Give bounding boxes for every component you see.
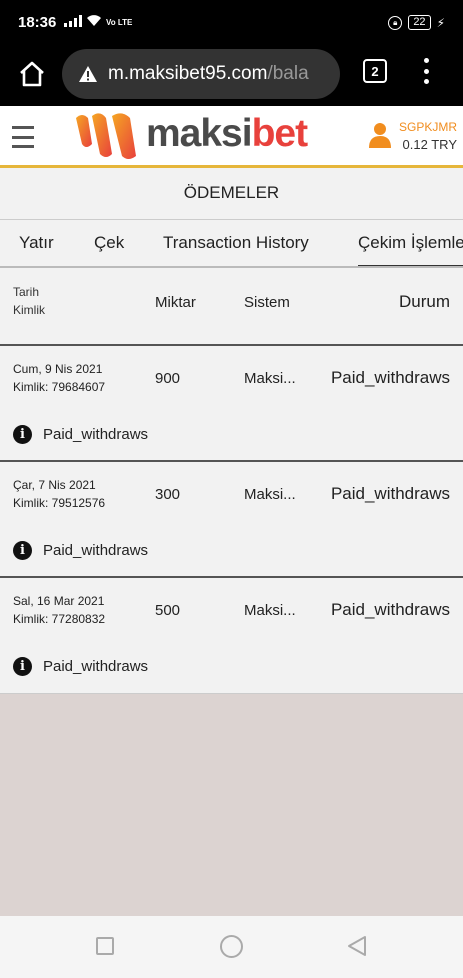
row-id: Kimlik: 79684607 — [13, 380, 106, 394]
table-row[interactable]: Sal, 16 Mar 2021 Kimlik: 77280832 500 Ma… — [0, 578, 463, 694]
row-status: Paid_withdraws — [330, 600, 450, 619]
logo-text-bet: bet — [251, 112, 308, 155]
logo-text-maksi: maksi — [146, 112, 253, 155]
tab-deposit[interactable]: Yatır — [19, 220, 54, 266]
url-host: m.maksibet95.com — [108, 63, 268, 84]
rotation-lock-icon: 🔒︎ — [388, 15, 403, 30]
header-system: Sistem — [244, 294, 290, 311]
row-system: Maksi... — [244, 486, 296, 503]
row-amount: 500 — [155, 602, 181, 619]
row-date: Cum, 9 Nis 2021 — [13, 362, 103, 376]
row-detail: i Paid_withdraws — [13, 541, 148, 560]
back-icon[interactable] — [346, 935, 368, 957]
page-title: ÖDEMELER — [0, 168, 463, 220]
info-icon[interactable]: i — [13, 541, 32, 560]
user-balance: 0.12 TRY — [402, 137, 457, 152]
site-logo[interactable]: maksibet — [72, 110, 308, 162]
row-date: Çar, 7 Nis 2021 — [13, 478, 96, 492]
status-bar: 18:36 Vo LTE 🔒︎ 22 ⚡︎ — [0, 0, 463, 46]
row-id: Kimlik: 77280832 — [13, 612, 106, 626]
user-account[interactable]: SGPKJMR 0.12 TRY — [368, 120, 457, 152]
status-time: 18:36 — [18, 14, 57, 31]
row-system: Maksi... — [244, 602, 296, 619]
user-icon — [368, 123, 391, 148]
withdrawals-table: Tarih Kimlik Miktar Sistem Durum Cum, 9 … — [0, 268, 463, 694]
info-icon[interactable]: i — [13, 657, 32, 676]
browser-toolbar: m.maksibet95.com/bala 2 — [0, 46, 463, 106]
tab-switcher-button[interactable]: 2 — [363, 59, 387, 83]
header-amount: Miktar — [155, 294, 196, 311]
row-amount: 300 — [155, 486, 181, 503]
row-detail: i Paid_withdraws — [13, 425, 148, 444]
url-bar[interactable]: m.maksibet95.com/bala — [62, 49, 340, 99]
more-menu-icon[interactable] — [420, 58, 432, 84]
logo-mark-icon — [76, 113, 136, 159]
table-row[interactable]: Cum, 9 Nis 2021 Kimlik: 79684607 900 Mak… — [0, 346, 463, 462]
signal-icon — [64, 15, 82, 27]
tab-bar: Yatır Çek Transaction History Çekim İşle… — [0, 220, 463, 268]
info-icon[interactable]: i — [13, 425, 32, 444]
table-row[interactable]: Çar, 7 Nis 2021 Kimlik: 79512576 300 Mak… — [0, 462, 463, 578]
row-amount: 900 — [155, 370, 181, 387]
system-nav-bar — [0, 916, 463, 978]
row-detail-text: Paid_withdraws — [43, 542, 149, 559]
row-id: Kimlik: 79512576 — [13, 496, 106, 510]
row-date: Sal, 16 Mar 2021 — [13, 594, 105, 608]
empty-content-area — [0, 694, 463, 916]
row-detail-text: Paid_withdraws — [43, 426, 149, 443]
status-icons: Vo LTE — [64, 15, 132, 27]
wifi-icon — [87, 15, 101, 26]
table-header: Tarih Kimlik Miktar Sistem Durum — [0, 268, 463, 346]
hamburger-menu-icon[interactable] — [12, 126, 34, 148]
header-date: Tarih — [13, 285, 40, 299]
tab-withdrawal-operations[interactable]: Çekim İşlemleri — [358, 220, 463, 266]
status-right: 🔒︎ 22 ⚡︎ — [388, 15, 445, 30]
home-icon[interactable] — [16, 58, 48, 90]
row-detail: i Paid_withdraws — [13, 657, 148, 676]
row-detail-text: Paid_withdraws — [43, 658, 149, 675]
charging-icon: ⚡︎ — [436, 15, 445, 30]
row-status: Paid_withdraws — [330, 368, 450, 387]
row-status: Paid_withdraws — [330, 484, 450, 503]
home-nav-icon[interactable] — [220, 935, 243, 958]
row-system: Maksi... — [244, 370, 296, 387]
recent-apps-icon[interactable] — [96, 937, 114, 955]
tab-transaction-history[interactable]: Transaction History — [163, 220, 309, 266]
header-status: Durum — [398, 292, 450, 311]
username: SGPKJMR — [398, 120, 457, 134]
site-header: maksibet SGPKJMR 0.12 TRY — [0, 106, 463, 168]
tab-withdraw[interactable]: Çek — [94, 220, 124, 266]
volte-indicator: Vo LTE — [106, 18, 133, 27]
url-path: /bala — [267, 63, 309, 84]
warning-icon[interactable] — [78, 65, 98, 83]
battery-icon: 22 — [408, 15, 431, 30]
header-id: Kimlik — [13, 303, 45, 317]
